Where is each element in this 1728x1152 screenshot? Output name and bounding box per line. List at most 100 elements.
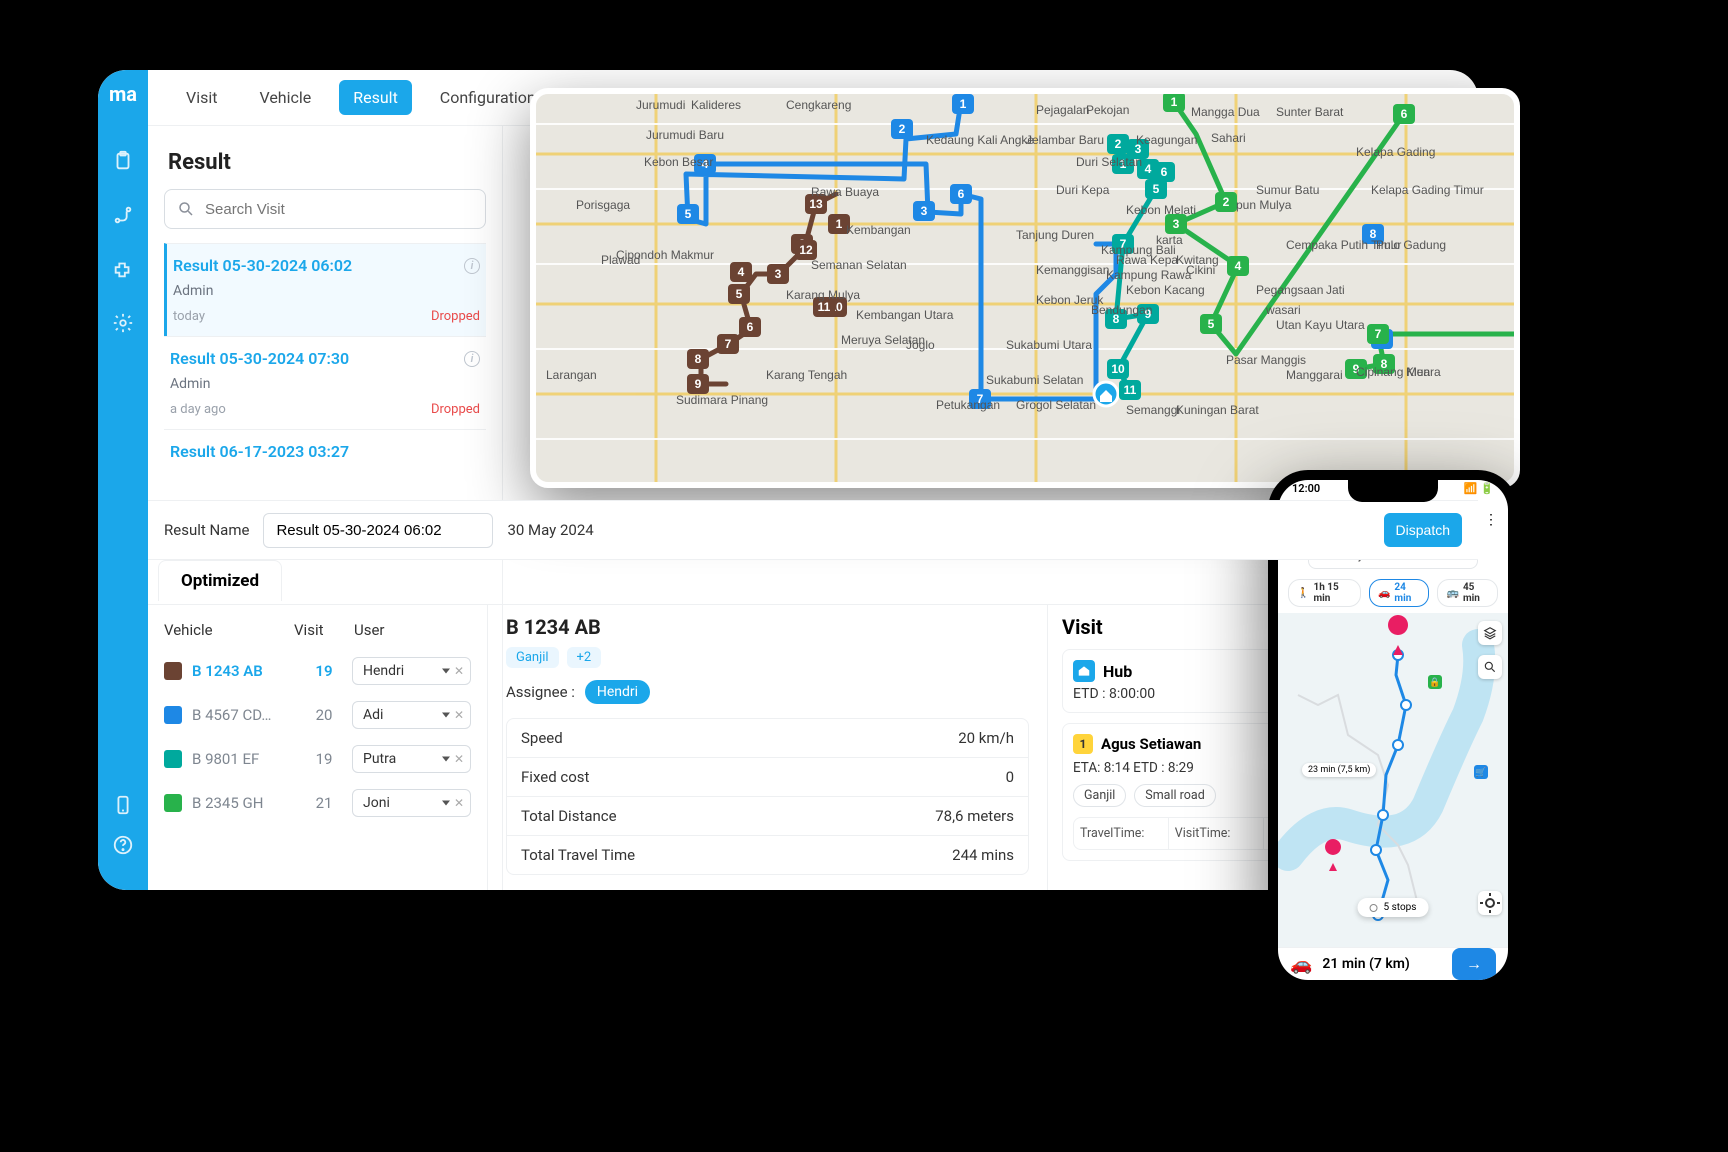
gear-icon[interactable] — [110, 310, 136, 336]
vehicle-row[interactable]: B 9801 EF19Putra✕ — [162, 737, 473, 781]
visit-count: 19 — [296, 750, 352, 768]
col-header: Visit — [294, 621, 354, 639]
route-annotation: 23 min (7,5 km) — [1302, 763, 1376, 777]
optimized-tab[interactable]: Optimized — [158, 560, 282, 601]
svg-text:Sukabumi Utara: Sukabumi Utara — [1006, 338, 1092, 352]
svg-text:Jurumudi Baru: Jurumudi Baru — [646, 128, 724, 142]
search-field[interactable] — [205, 201, 473, 218]
svg-text:3: 3 — [921, 204, 928, 218]
logo: ma — [109, 82, 137, 106]
result-item[interactable]: Result 05-30-2024 07:30i Admin a day ago… — [164, 336, 486, 429]
color-swatch — [164, 662, 182, 680]
svg-text:Pulo Gadung: Pulo Gadung — [1376, 238, 1446, 252]
info-icon[interactable]: i — [464, 351, 480, 367]
result-user: Admin — [173, 283, 480, 299]
vehicle-row[interactable]: B 1243 AB19Hendri✕ — [162, 649, 473, 693]
phone-footer: 🚗 21 min (7 km) → — [1278, 947, 1508, 980]
stops-pill[interactable]: 5 stops — [1358, 898, 1429, 917]
go-button[interactable]: → — [1452, 948, 1496, 980]
result-title: Result 05-30-2024 07:30 — [170, 349, 349, 368]
result-name-input[interactable] — [263, 513, 493, 548]
svg-text:Kampung Rawa: Kampung Rawa — [1106, 268, 1192, 282]
phone-map[interactable]: 🔒 🛒 23 min (7,5 km) 5 stops — [1278, 613, 1508, 947]
help-icon[interactable] — [110, 832, 136, 858]
tag-badge: Ganjil — [506, 647, 559, 668]
svg-text:4: 4 — [1235, 259, 1242, 273]
mode-walk[interactable]: 🚶 1h 15 min — [1288, 579, 1361, 607]
clipboard-icon[interactable] — [110, 148, 136, 174]
svg-text:6: 6 — [1161, 165, 1168, 179]
result-item[interactable]: Result 06-17-2023 03:27 — [164, 429, 486, 473]
user-select[interactable]: Hendri✕ — [352, 657, 471, 685]
mode-bus[interactable]: 🚌 45 min — [1437, 579, 1498, 607]
svg-text:3: 3 — [775, 267, 782, 281]
svg-text:Manggarai: Manggarai — [1286, 368, 1343, 382]
svg-text:Pasar Manggis: Pasar Manggis — [1226, 353, 1306, 367]
svg-text:Cengkareng: Cengkareng — [786, 98, 851, 112]
tab-visit[interactable]: Visit — [172, 80, 231, 115]
col-header: Vehicle — [164, 621, 294, 639]
svg-text:1: 1 — [960, 97, 967, 111]
puzzle-icon[interactable] — [110, 256, 136, 282]
search-icon[interactable] — [1478, 655, 1502, 679]
search-input[interactable] — [164, 189, 486, 229]
svg-text:Keagungan: Keagungan — [1136, 133, 1197, 147]
app-sidebar: ma — [98, 70, 148, 890]
stat-val: 20 km/h — [958, 729, 1014, 747]
svg-text:Jati: Jati — [1326, 283, 1345, 297]
mobile-icon[interactable] — [110, 792, 136, 818]
vehicle-name: B 2345 GH — [192, 794, 296, 812]
svg-text:6: 6 — [958, 187, 965, 201]
mode-car[interactable]: 🚗 24 min — [1369, 579, 1430, 607]
tab-result[interactable]: Result — [339, 80, 412, 115]
svg-text:4: 4 — [1145, 162, 1152, 176]
svg-text:Kedaung Kali Angke: Kedaung Kali Angke — [926, 133, 1034, 147]
hub-name: Hub — [1103, 662, 1132, 681]
svg-text:2: 2 — [899, 122, 906, 136]
stat-val: 244 mins — [952, 846, 1014, 864]
dispatch-button[interactable]: Dispatch — [1384, 513, 1462, 547]
color-swatch — [164, 750, 182, 768]
stat-key: Fixed cost — [521, 768, 589, 786]
tab-vehicle[interactable]: Vehicle — [245, 80, 325, 115]
more-icon[interactable]: ⋮ — [1484, 512, 1498, 528]
result-item[interactable]: Result 05-30-2024 06:02i Admin todayDrop… — [164, 243, 486, 336]
user-select[interactable]: Putra✕ — [352, 745, 471, 773]
svg-text:Bendungan: Bendungan — [1091, 303, 1152, 317]
svg-text:Petukangan: Petukangan — [936, 398, 1000, 412]
stat-val: 0 — [1006, 768, 1014, 786]
map-hub-icon — [1094, 382, 1118, 406]
svg-text:Sahari: Sahari — [1211, 131, 1246, 145]
svg-text:5: 5 — [1153, 182, 1160, 196]
vehicle-name: B 9801 EF — [192, 750, 296, 768]
user-select[interactable]: Joni✕ — [352, 789, 471, 817]
result-status: Dropped — [431, 309, 480, 324]
svg-text:Joglo: Joglo — [906, 338, 935, 352]
svg-text:Rawa Buaya: Rawa Buaya — [811, 185, 879, 199]
svg-text:1: 1 — [836, 217, 843, 231]
assignee-pill[interactable]: Hendri — [585, 680, 650, 704]
vehicle-row[interactable]: B 4567 CD…20Adi✕ — [162, 693, 473, 737]
svg-text:1: 1 — [1171, 95, 1178, 109]
svg-text:Jurumudi: Jurumudi — [636, 98, 685, 112]
result-name-bar: Result Name 30 May 2024 Dispatch — [148, 500, 1478, 560]
info-icon[interactable]: i — [464, 258, 480, 274]
result-date: 30 May 2024 — [507, 521, 593, 539]
vehicle-name: B 4567 CD… — [192, 706, 296, 724]
svg-text:Kelapa Gading Timur: Kelapa Gading Timur — [1371, 183, 1484, 197]
user-select[interactable]: Adi✕ — [352, 701, 471, 729]
status-icons: 📶 🔋 — [1464, 482, 1494, 495]
route-map[interactable]: 1234567891234567891011121312345678910111… — [536, 94, 1514, 482]
map-card[interactable]: 1234567891234567891011121312345678910111… — [530, 88, 1520, 488]
route-icon[interactable] — [110, 202, 136, 228]
locate-icon[interactable] — [1478, 891, 1502, 915]
visit-count: 21 — [296, 794, 352, 812]
svg-text:Utan Kayu Utara: Utan Kayu Utara — [1276, 318, 1365, 332]
vehicle-row[interactable]: B 2345 GH21Joni✕ — [162, 781, 473, 825]
color-swatch — [164, 794, 182, 812]
svg-text:Tanjung Duren: Tanjung Duren — [1016, 228, 1094, 242]
vehicle-name: B 1243 AB — [192, 662, 296, 680]
layers-icon[interactable] — [1478, 621, 1502, 645]
svg-text:Kembangan: Kembangan — [846, 223, 911, 237]
stop-name: Agus Setiawan — [1101, 735, 1201, 753]
